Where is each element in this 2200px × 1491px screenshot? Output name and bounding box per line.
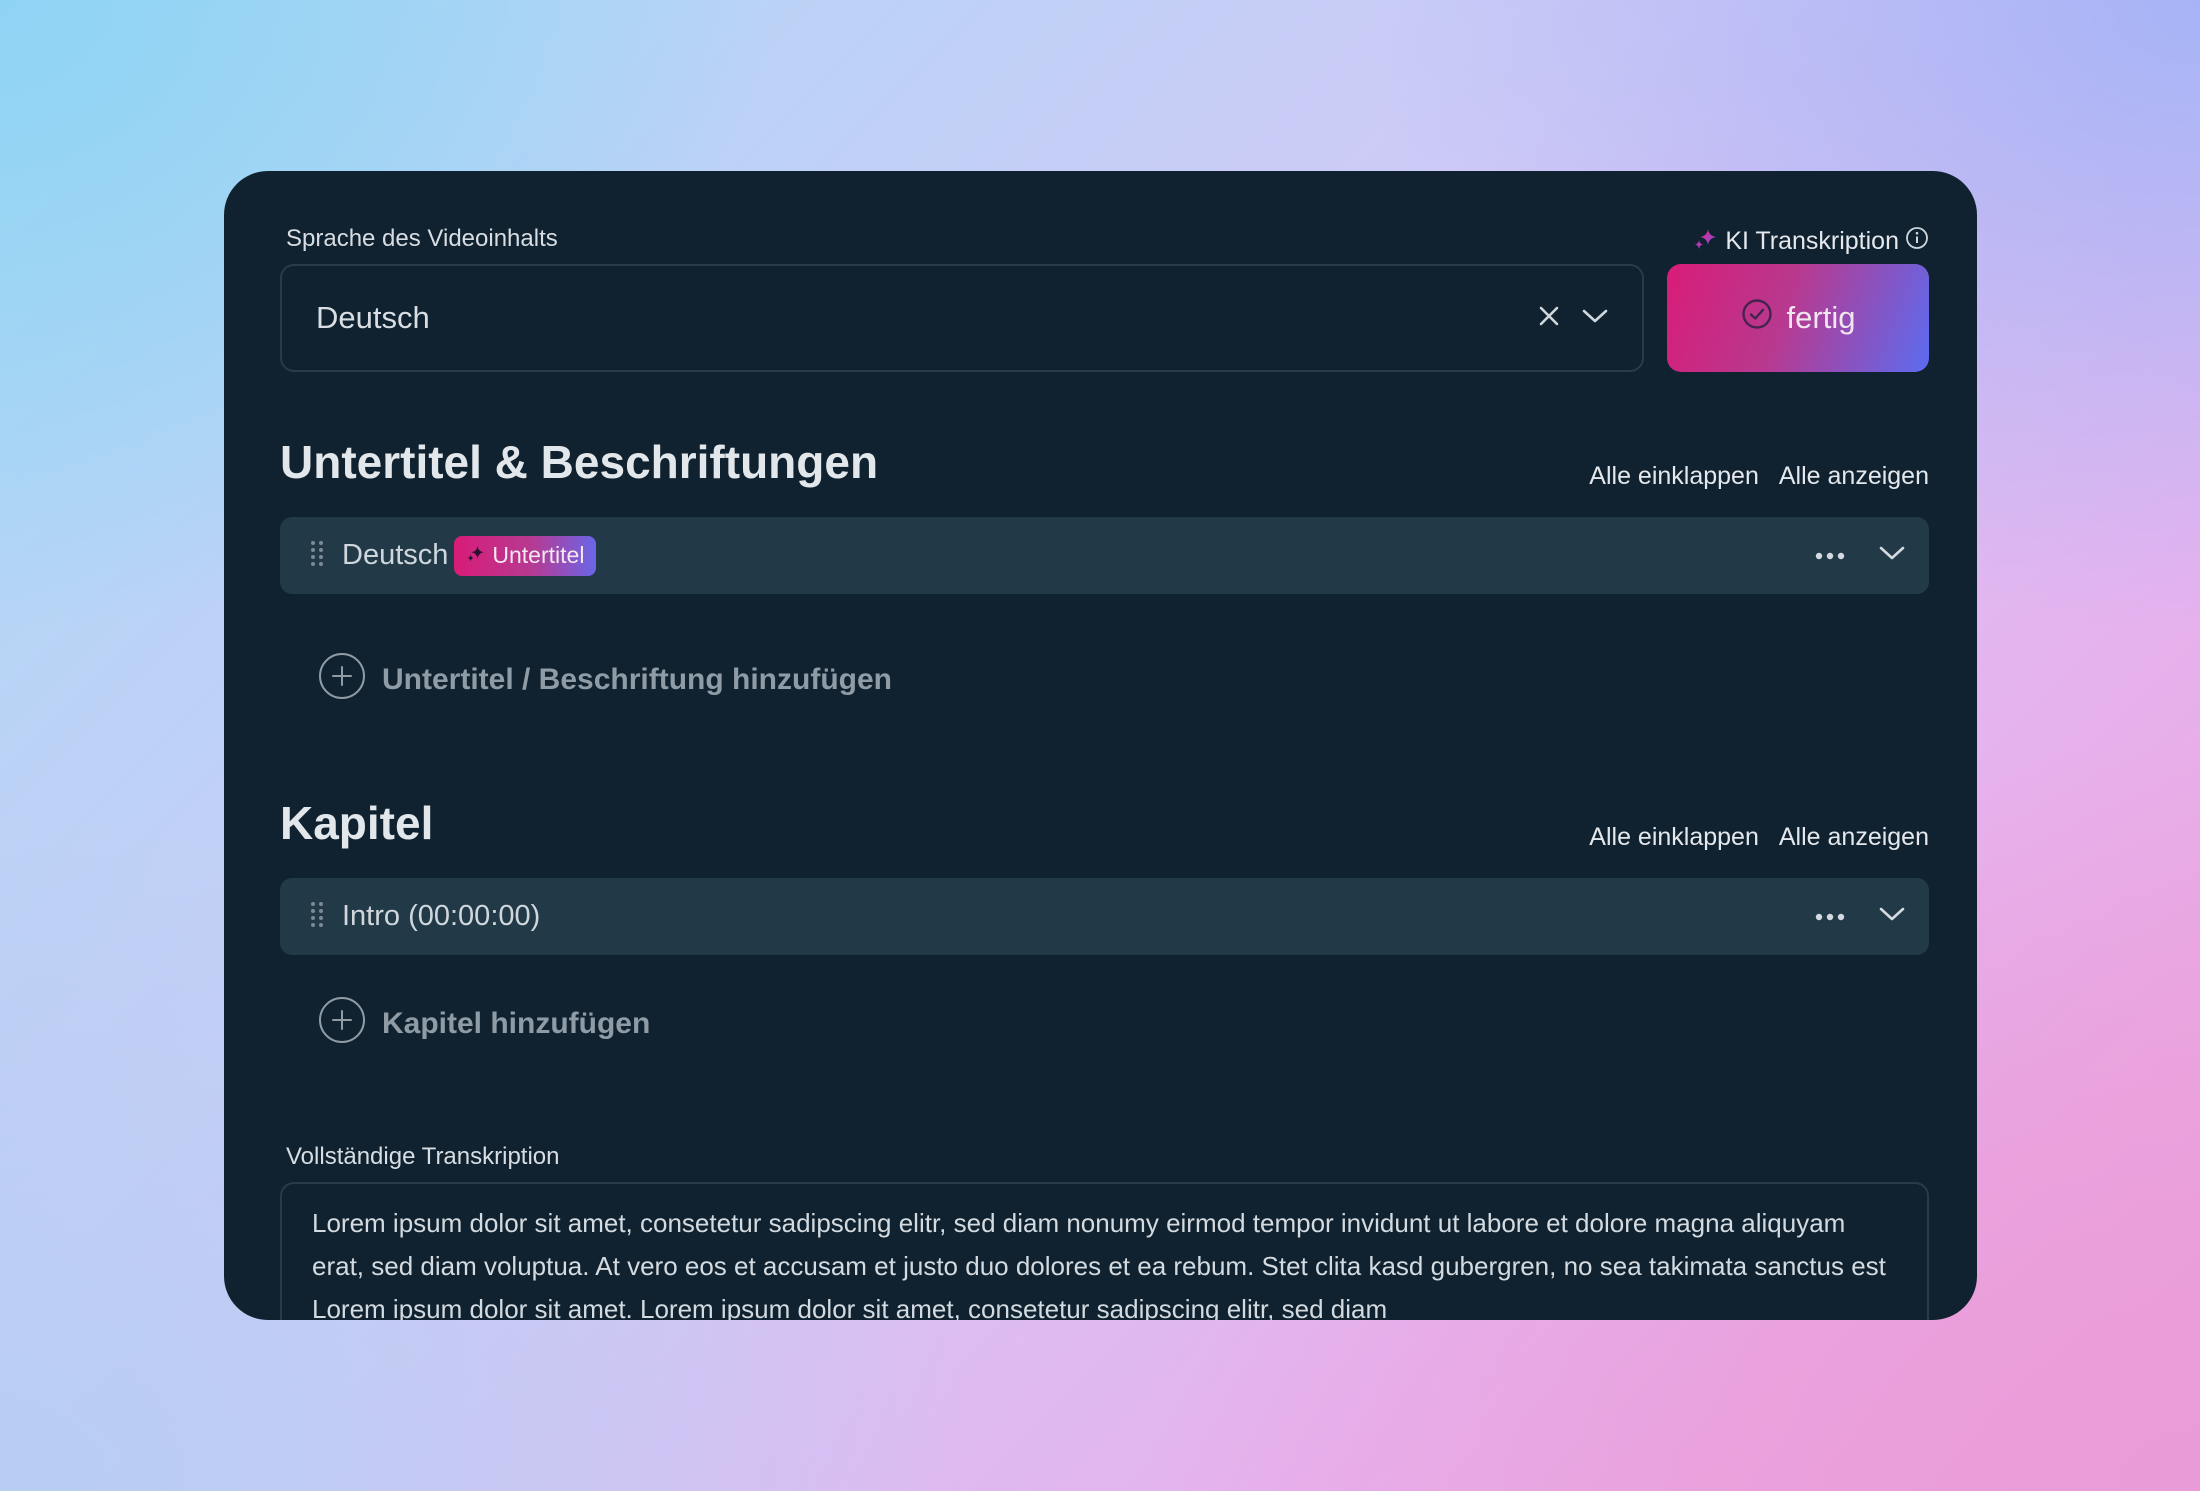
more-icon[interactable] — [1815, 908, 1845, 926]
sparkle-icon — [466, 542, 486, 569]
transcription-done-button[interactable]: fertig — [1667, 264, 1929, 372]
plus-circle-icon — [318, 996, 366, 1052]
subtitle-badge: Untertitel — [454, 535, 597, 576]
add-chapter-button[interactable]: Kapitel hinzufügen — [318, 996, 650, 1052]
chapters-title: Kapitel — [280, 797, 434, 849]
chapters-show-all-link[interactable]: Alle anzeigen — [1779, 823, 1929, 852]
language-select-value: Deutsch — [316, 300, 430, 335]
subtitle-row-deutsch[interactable]: Deutsch Untertitel — [280, 517, 1929, 594]
chapters-actions: Alle einklappen Alle anzeigen — [1589, 823, 1929, 852]
transcription-label: Vollständige Transkription — [286, 1143, 560, 1170]
chapter-row-intro[interactable]: Intro (00:00:00) — [280, 878, 1929, 955]
add-subtitle-label: Untertitel / Beschriftung hinzufügen — [382, 663, 892, 696]
done-button-label: fertig — [1786, 300, 1856, 335]
info-icon[interactable] — [1905, 226, 1929, 257]
subtitles-show-all-link[interactable]: Alle anzeigen — [1779, 462, 1929, 491]
more-icon[interactable] — [1815, 547, 1845, 565]
transcription-textarea[interactable]: Lorem ipsum dolor sit amet, consetetur s… — [280, 1182, 1929, 1320]
chevron-down-icon[interactable] — [1879, 906, 1905, 927]
ai-transcription-label: KI Transkription — [1693, 225, 1929, 258]
language-select[interactable]: Deutsch — [280, 264, 1644, 372]
chapter-name: Intro (00:00:00) — [342, 900, 541, 932]
add-chapter-label: Kapitel hinzufügen — [382, 1007, 651, 1040]
drag-handle-icon[interactable] — [310, 901, 324, 932]
ai-transcription-text: KI Transkription — [1725, 227, 1899, 255]
settings-card: Sprache des Videoinhalts Deutsch KI Tran… — [224, 171, 1977, 1320]
chapters-collapse-all-link[interactable]: Alle einklappen — [1589, 823, 1759, 852]
add-subtitle-button[interactable]: Untertitel / Beschriftung hinzufügen — [318, 652, 892, 708]
subtitle-language: Deutsch — [342, 539, 449, 571]
sparkle-icon — [1693, 225, 1719, 258]
subtitles-actions: Alle einklappen Alle anzeigen — [1589, 462, 1929, 491]
subtitles-collapse-all-link[interactable]: Alle einklappen — [1589, 462, 1759, 491]
subtitles-title: Untertitel & Beschriftungen — [280, 436, 879, 488]
check-circle-icon — [1741, 298, 1773, 338]
drag-handle-icon[interactable] — [310, 540, 324, 571]
subtitle-badge-label: Untertitel — [492, 542, 585, 568]
chevron-down-icon[interactable] — [1582, 308, 1608, 329]
language-label: Sprache des Videoinhalts — [286, 225, 558, 252]
plus-circle-icon — [318, 652, 366, 708]
chevron-down-icon[interactable] — [1879, 545, 1905, 566]
clear-icon[interactable] — [1538, 305, 1560, 332]
